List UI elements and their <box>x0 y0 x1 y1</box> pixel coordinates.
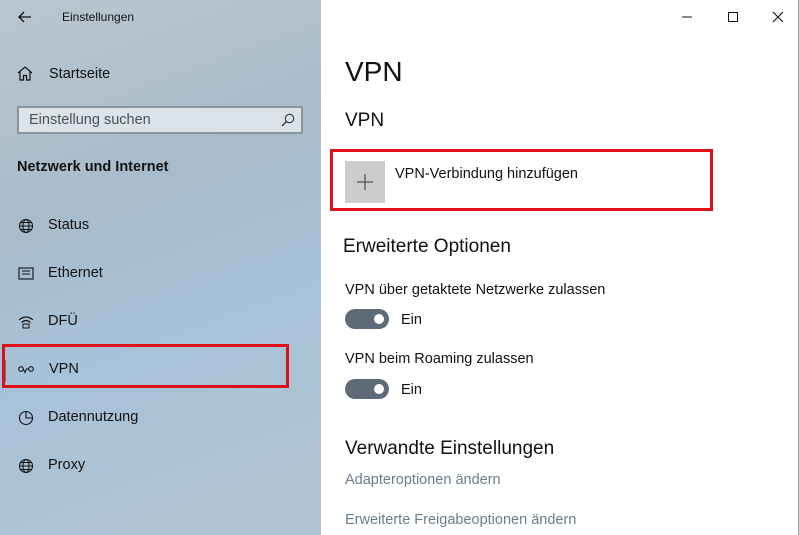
back-button[interactable] <box>12 6 38 28</box>
app-title: Einstellungen <box>62 10 135 24</box>
sidebar-item-ethernet[interactable]: Ethernet <box>0 252 321 296</box>
sidebar: Einstellungen Startseite Netzwerk und In… <box>0 0 321 535</box>
roaming-toggle-state: Ein <box>401 382 422 398</box>
sidebar-item-label: Status <box>48 217 90 233</box>
minimize-button[interactable] <box>669 4 705 30</box>
roaming-toggle[interactable] <box>345 379 389 399</box>
sidebar-item-dfue[interactable]: DFÜ <box>0 300 321 344</box>
selection-indicator <box>2 360 6 382</box>
metered-toggle-state: Ein <box>401 312 422 328</box>
toggle-knob <box>374 314 384 324</box>
sidebar-item-vpn[interactable]: VPN <box>0 348 321 392</box>
section-heading: Netzwerk und Internet <box>17 159 169 175</box>
add-vpn-tile <box>345 161 385 203</box>
page-title: VPN <box>345 56 403 87</box>
minimize-icon <box>682 16 692 18</box>
sidebar-item-proxy[interactable]: Proxy <box>0 444 321 488</box>
close-button[interactable] <box>760 4 796 30</box>
sidebar-item-status[interactable]: Status <box>0 204 321 248</box>
globe-icon <box>18 458 34 474</box>
maximize-icon <box>728 12 738 22</box>
roaming-option-label: VPN beim Roaming zulassen <box>345 351 534 367</box>
data-usage-icon <box>18 410 34 426</box>
ethernet-icon <box>18 267 34 280</box>
sidebar-item-label: Startseite <box>49 66 111 82</box>
related-settings-heading: Verwandte Einstellungen <box>345 438 555 459</box>
adapter-options-link[interactable]: Adapteroptionen ändern <box>345 472 501 488</box>
home-icon <box>17 66 33 81</box>
sidebar-item-label: Ethernet <box>48 265 103 281</box>
toggle-knob <box>374 384 384 394</box>
add-vpn-button[interactable]: VPN-Verbindung hinzufügen <box>345 161 695 203</box>
sidebar-item-datennutzung[interactable]: Datennutzung <box>0 396 321 440</box>
main-content: VPN VPN VPN-Verbindung hinzufügen Erweit… <box>321 0 799 535</box>
sidebar-item-label: DFÜ <box>48 313 78 329</box>
sidebar-item-label: VPN <box>49 361 79 377</box>
dialup-icon <box>18 316 34 329</box>
metered-toggle[interactable] <box>345 309 389 329</box>
add-vpn-label: VPN-Verbindung hinzufügen <box>395 166 578 182</box>
vpn-icon <box>18 366 34 374</box>
search-icon[interactable] <box>281 113 295 127</box>
plus-icon <box>357 174 373 190</box>
metered-option-label: VPN über getaktete Netzwerke zulassen <box>345 282 606 298</box>
sidebar-item-label: Proxy <box>48 457 86 473</box>
sidebar-item-home[interactable]: Startseite <box>0 60 321 88</box>
back-arrow-icon <box>18 11 31 23</box>
sharing-options-link[interactable]: Erweiterte Freigabeoptionen ändern <box>345 512 576 528</box>
globe-icon <box>18 218 34 234</box>
sidebar-item-label: Datennutzung <box>48 409 139 425</box>
close-icon <box>772 11 784 23</box>
maximize-button[interactable] <box>715 4 751 30</box>
search-input[interactable] <box>19 108 269 132</box>
section-title: VPN <box>345 110 385 131</box>
search-box <box>17 106 303 134</box>
advanced-options-heading: Erweiterte Optionen <box>343 236 511 257</box>
